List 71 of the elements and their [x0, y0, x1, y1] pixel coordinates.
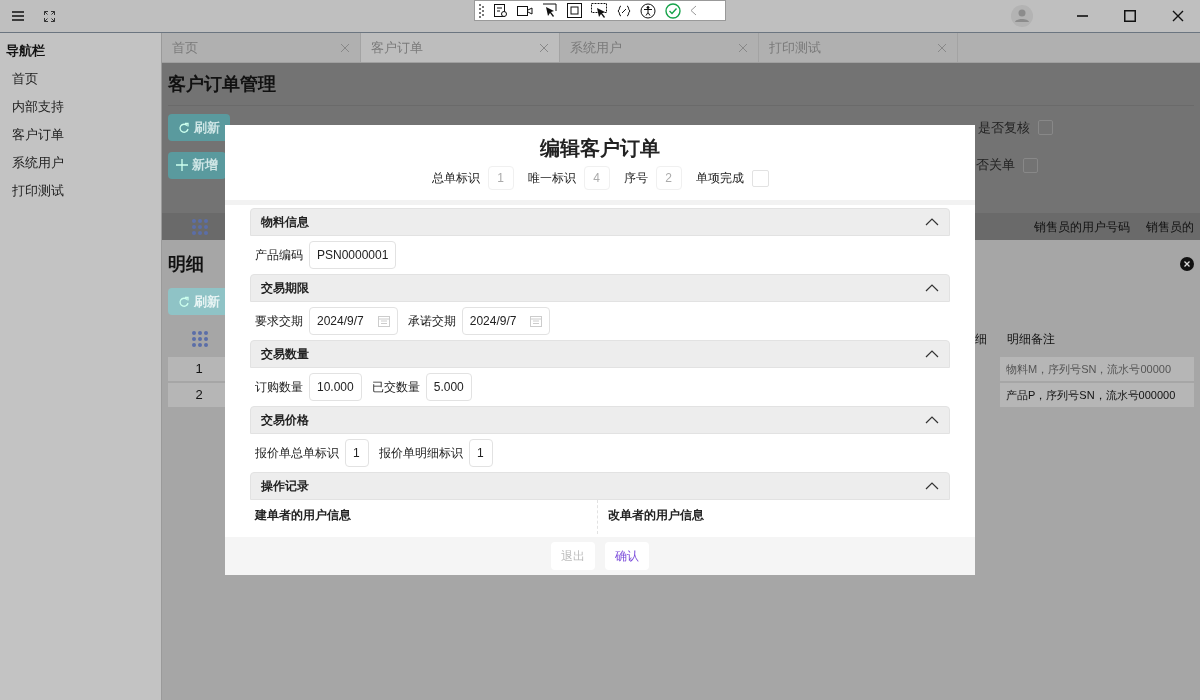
- nav-item[interactable]: 首页: [0, 65, 161, 93]
- grip-icon[interactable]: [479, 2, 484, 19]
- checkbox-label: 否关单: [976, 156, 1015, 175]
- field-label: 序号: [623, 170, 648, 187]
- input-field[interactable]: 5.000: [425, 373, 472, 401]
- maximize-icon[interactable]: [1124, 10, 1136, 22]
- fullscreen-icon[interactable]: [44, 10, 55, 22]
- input-field[interactable]: 10.000: [309, 373, 362, 401]
- section-header[interactable]: 交易价格: [250, 406, 950, 434]
- grid-icon[interactable]: [192, 331, 208, 347]
- field-label: 单项完成: [695, 170, 744, 187]
- refresh-icon: [178, 295, 190, 308]
- avatar-icon[interactable]: [1011, 5, 1033, 27]
- close-icon[interactable]: [1172, 10, 1184, 22]
- field-label: 总单标识: [431, 170, 480, 187]
- inspect-icon[interactable]: [493, 3, 508, 18]
- video-icon[interactable]: [517, 4, 533, 17]
- page-title: 客户订单管理: [168, 73, 277, 96]
- nav-item[interactable]: 打印测试: [0, 177, 161, 205]
- section-title: 明细: [168, 252, 204, 276]
- dialog-button[interactable]: 确认: [605, 542, 649, 570]
- column-header: 明细备注: [1007, 331, 1055, 348]
- field-label: 承诺交期: [407, 313, 456, 330]
- table-cell: 物料M，序列号SN，流水号00000: [1000, 357, 1194, 381]
- check-icon[interactable]: [665, 2, 681, 19]
- date-field[interactable]: 2024/9/7: [309, 307, 398, 335]
- table-cell: 产品P，序列号SN，流水号000000: [1000, 383, 1194, 407]
- checkbox-label: 是否复核: [978, 118, 1030, 137]
- chevron-up-icon: [925, 218, 939, 226]
- chevron-up-icon: [925, 416, 939, 424]
- close-icon[interactable]: [1180, 257, 1194, 271]
- dialog-title: 编辑客户订单: [540, 136, 660, 161]
- column-header: 建单者的用户信息: [253, 507, 352, 524]
- value-field: 4: [583, 166, 610, 190]
- nav-title: 导航栏: [5, 42, 46, 60]
- field-label: 报价单总单标识: [255, 445, 339, 462]
- chevron-up-icon: [925, 350, 939, 358]
- value-field: 1: [487, 166, 514, 190]
- section-header[interactable]: 交易数量: [250, 340, 950, 368]
- field-label: 报价单明细标识: [379, 445, 463, 462]
- section-header[interactable]: 操作记录: [250, 472, 950, 500]
- input-field[interactable]: PSN0000001: [309, 241, 397, 269]
- column-header: 销售员的用户号码: [1034, 218, 1130, 236]
- accessibility-icon[interactable]: [640, 2, 656, 19]
- select-area-icon[interactable]: [591, 2, 608, 19]
- field-label: 产品编码: [255, 247, 303, 264]
- pointer-icon[interactable]: [542, 2, 558, 19]
- value-field: 2: [655, 166, 682, 190]
- field-label: 唯一标识: [527, 170, 576, 187]
- field-label: 已交数量: [371, 379, 420, 396]
- column-header: 改单者的用户信息: [597, 500, 950, 534]
- input-field[interactable]: 1: [469, 439, 493, 467]
- date-field[interactable]: 2024/9/7: [461, 307, 551, 335]
- section-header[interactable]: 物料信息: [250, 208, 950, 236]
- field-label: 要求交期: [255, 313, 303, 330]
- chevron-up-icon: [925, 284, 939, 292]
- collapse-icon[interactable]: [690, 5, 697, 16]
- column-header: 细: [975, 331, 987, 348]
- field-label: 订购数量: [255, 379, 303, 396]
- section-header[interactable]: 交易期限: [250, 274, 950, 302]
- nav-item[interactable]: 客户订单: [0, 121, 161, 149]
- chevron-up-icon: [925, 482, 939, 490]
- plus-icon: [176, 159, 188, 171]
- refresh-icon: [178, 121, 190, 134]
- nav-item[interactable]: 系统用户: [0, 149, 161, 177]
- input-field[interactable]: 1: [345, 439, 369, 467]
- column-header: 销售员的: [1146, 218, 1194, 236]
- nav-item[interactable]: 内部支持: [0, 93, 161, 121]
- frame-icon[interactable]: [567, 3, 582, 18]
- menu-icon[interactable]: [12, 11, 24, 21]
- braces-icon[interactable]: [617, 4, 631, 17]
